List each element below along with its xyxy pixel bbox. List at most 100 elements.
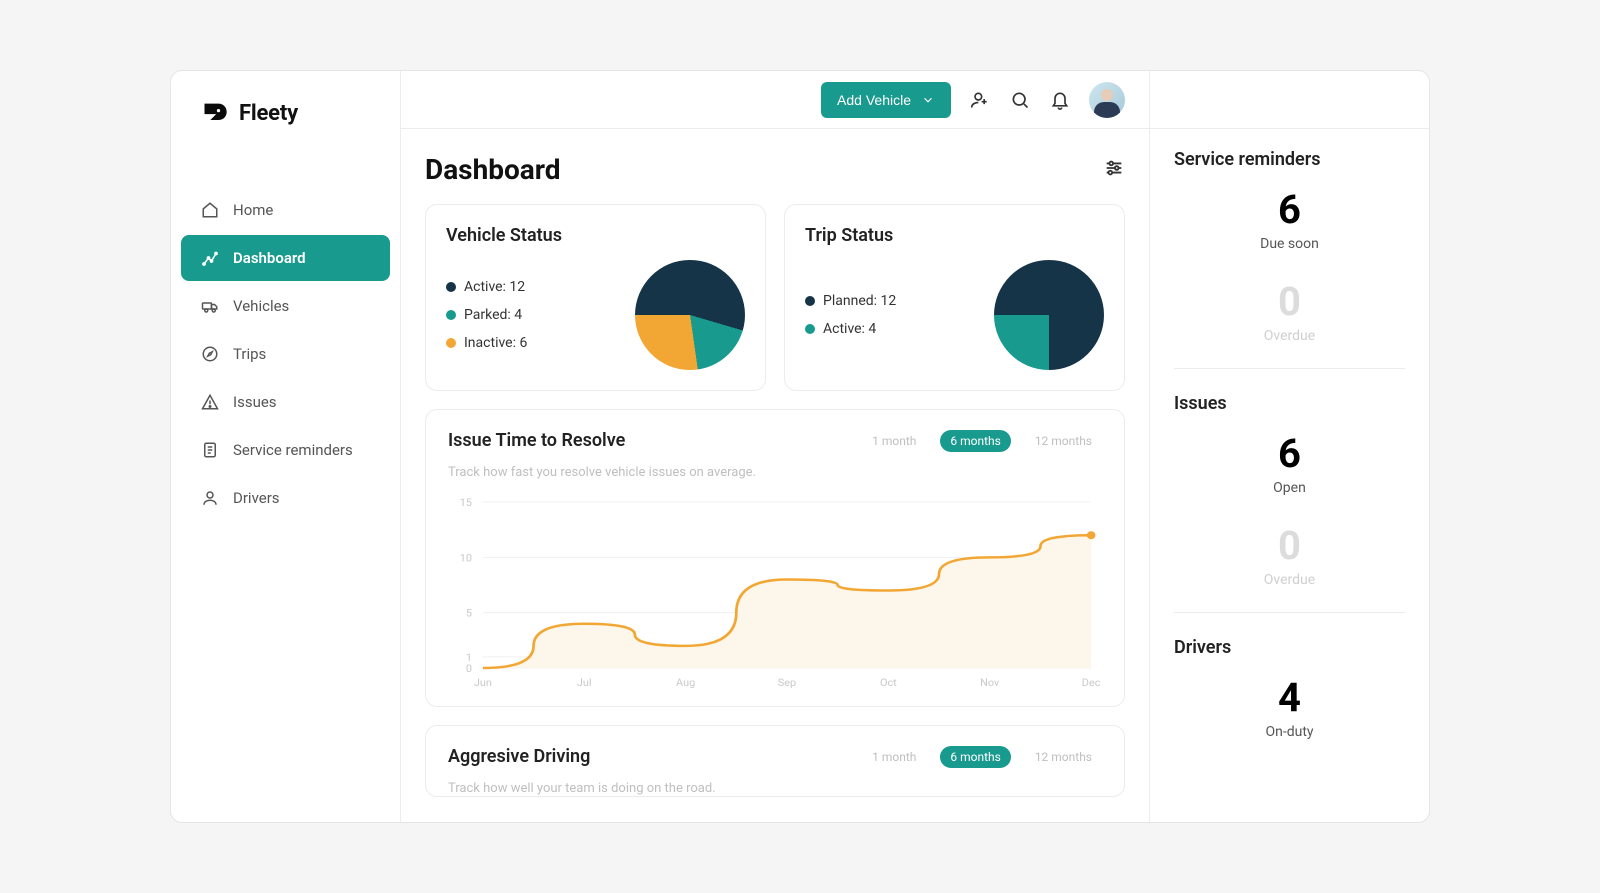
service-reminders-section: Service reminders 6 Due soon 0 Overdue: [1174, 149, 1405, 344]
legend-label: Inactive: 6: [464, 335, 527, 351]
sidebar-item-label: Vehicles: [233, 297, 289, 315]
svg-text:10: 10: [460, 552, 472, 564]
card-title: Trip Status: [805, 225, 1104, 246]
status-cards-row: Vehicle Status Active: 12 Parked: 4 Inac…: [425, 204, 1125, 391]
range-tab-6months[interactable]: 6 months: [940, 430, 1010, 452]
avatar[interactable]: [1089, 82, 1125, 118]
card-title: Vehicle Status: [446, 225, 745, 246]
warning-icon: [201, 393, 219, 411]
sidebar-item-issues[interactable]: Issues: [181, 379, 390, 425]
add-user-button[interactable]: [969, 89, 991, 111]
document-icon: [201, 441, 219, 459]
filter-button[interactable]: [1103, 157, 1125, 182]
range-tab-1month[interactable]: 1 month: [862, 430, 926, 452]
legend-item: Planned: 12: [805, 293, 896, 309]
stat-value: 0: [1174, 282, 1405, 322]
brand-name: Fleety: [239, 101, 298, 126]
trip-status-legend: Planned: 12 Active: 4: [805, 293, 896, 337]
legend-dot-icon: [446, 282, 456, 292]
page-title: Dashboard: [425, 153, 561, 186]
range-tab-6months[interactable]: 6 months: [940, 746, 1010, 768]
add-vehicle-button[interactable]: Add Vehicle: [821, 82, 951, 118]
stat-value: 6: [1174, 434, 1405, 474]
svg-text:1: 1: [466, 651, 472, 663]
svg-text:0: 0: [466, 662, 472, 674]
stat-value: 0: [1174, 526, 1405, 566]
svg-text:5: 5: [466, 607, 472, 619]
stat-label: Due soon: [1174, 236, 1405, 252]
section-title: Service reminders: [1174, 149, 1405, 170]
legend-label: Active: 4: [823, 321, 876, 337]
svg-text:Jul: Jul: [577, 676, 592, 688]
stat-value: 4: [1174, 678, 1405, 718]
sidebar: Fleety Home Dashboard Vehicles Trips Iss…: [171, 71, 401, 822]
content: Dashboard Vehicle Status Active: 12 Park…: [401, 129, 1149, 797]
svg-text:15: 15: [460, 496, 472, 508]
sidebar-item-label: Service reminders: [233, 441, 353, 459]
divider: [1174, 612, 1405, 613]
svg-text:Nov: Nov: [980, 676, 999, 688]
add-vehicle-label: Add Vehicle: [837, 92, 911, 108]
sidebar-item-home[interactable]: Home: [181, 187, 390, 233]
stat-label: On-duty: [1174, 724, 1405, 740]
vehicle-status-pie-chart: [635, 260, 745, 370]
sidebar-item-dashboard[interactable]: Dashboard: [181, 235, 390, 281]
chart-icon: [201, 249, 219, 267]
sidebar-item-label: Drivers: [233, 489, 280, 507]
bell-icon: [1050, 90, 1070, 110]
section-title: Drivers: [1174, 637, 1405, 658]
legend-dot-icon: [446, 310, 456, 320]
legend-item: Inactive: 6: [446, 335, 527, 351]
stat-overdue: 0 Overdue: [1174, 282, 1405, 344]
sidebar-item-vehicles[interactable]: Vehicles: [181, 283, 390, 329]
app-frame: Fleety Home Dashboard Vehicles Trips Iss…: [170, 70, 1430, 823]
legend-dot-icon: [805, 324, 815, 334]
legend-dot-icon: [805, 296, 815, 306]
sidebar-item-drivers[interactable]: Drivers: [181, 475, 390, 521]
card-subtitle: Track how well your team is doing on the…: [448, 781, 716, 796]
search-icon: [1010, 90, 1030, 110]
stat-label: Overdue: [1174, 328, 1405, 344]
trip-status-pie-chart: [994, 260, 1104, 370]
nav: Home Dashboard Vehicles Trips Issues Ser…: [181, 187, 390, 521]
person-icon: [201, 489, 219, 507]
topbar: Add Vehicle: [401, 71, 1149, 129]
legend-item: Active: 12: [446, 279, 527, 295]
range-tab-12months[interactable]: 12 months: [1025, 746, 1102, 768]
range-tab-12months[interactable]: 12 months: [1025, 430, 1102, 452]
svg-text:Dec: Dec: [1082, 676, 1101, 688]
sidebar-item-service-reminders[interactable]: Service reminders: [181, 427, 390, 473]
sidebar-item-label: Issues: [233, 393, 277, 411]
brand: Fleety: [181, 99, 390, 187]
stat-value: 6: [1174, 190, 1405, 230]
user-plus-icon: [970, 90, 990, 110]
range-tabs: 1 month 6 months 12 months: [862, 746, 1102, 768]
truck-icon: [201, 297, 219, 315]
right-panel: Service reminders 6 Due soon 0 Overdue I…: [1149, 71, 1429, 822]
svg-text:Aug: Aug: [676, 676, 695, 688]
card-title: Issue Time to Resolve: [448, 430, 756, 451]
section-title: Issues: [1174, 393, 1405, 414]
card-subtitle: Track how fast you resolve vehicle issue…: [448, 465, 756, 480]
compass-icon: [201, 345, 219, 363]
chevron-down-icon: [921, 93, 935, 107]
legend-item: Parked: 4: [446, 307, 527, 323]
legend-label: Planned: 12: [823, 293, 896, 309]
issues-section: Issues 6 Open 0 Overdue: [1174, 393, 1405, 588]
issue-time-card: Issue Time to Resolve Track how fast you…: [425, 409, 1125, 707]
right-top-spacer: [1150, 71, 1429, 129]
home-icon: [201, 201, 219, 219]
svg-text:Oct: Oct: [880, 676, 897, 688]
page-header: Dashboard: [425, 153, 1125, 186]
drivers-section: Drivers 4 On-duty: [1174, 637, 1405, 740]
search-button[interactable]: [1009, 89, 1031, 111]
range-tab-1month[interactable]: 1 month: [862, 746, 926, 768]
stat-on-duty: 4 On-duty: [1174, 678, 1405, 740]
notifications-button[interactable]: [1049, 89, 1071, 111]
sliders-icon: [1103, 157, 1125, 179]
sidebar-item-trips[interactable]: Trips: [181, 331, 390, 377]
issue-time-chart: 0151015JunJulAugSepOctNovDec: [448, 492, 1102, 692]
stat-label: Open: [1174, 480, 1405, 496]
aggressive-driving-card: Aggresive Driving Track how well your te…: [425, 725, 1125, 797]
vehicle-status-legend: Active: 12 Parked: 4 Inactive: 6: [446, 279, 527, 351]
